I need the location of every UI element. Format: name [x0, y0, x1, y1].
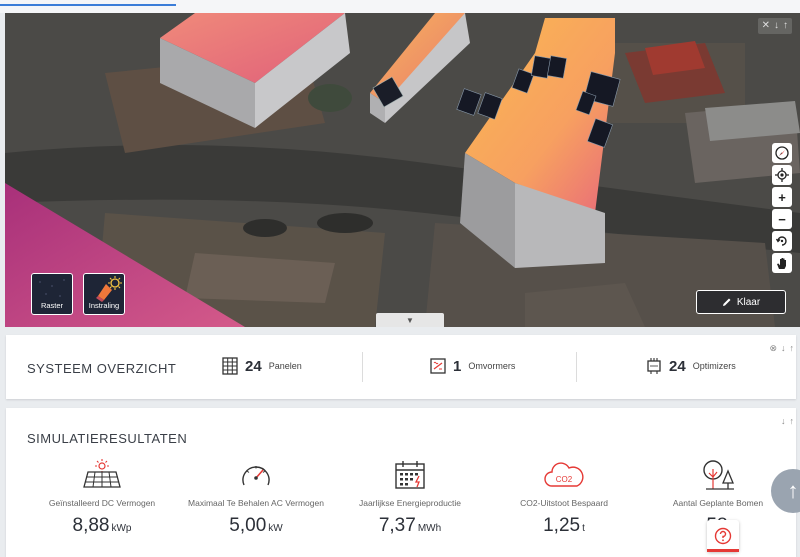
card-controls: ↓ ↑ — [781, 416, 794, 426]
layer-instraling-label: Instraling — [88, 301, 120, 310]
sim-value-unit: t — [582, 523, 585, 534]
inverters-count: 1 — [453, 357, 462, 375]
done-button[interactable]: Klaar — [696, 290, 786, 314]
irradiance-icon — [96, 276, 122, 302]
sim-value-number: 5,00 — [229, 515, 267, 536]
inverter-icon — [430, 358, 446, 374]
divider — [362, 352, 363, 382]
zoom-in-icon[interactable]: + — [772, 187, 792, 207]
sim-label: Geïnstalleerd DC Vermogen — [48, 498, 156, 508]
panel-grid-icon — [222, 357, 238, 375]
sim-label: Jaarlijkse Energieproductie — [358, 498, 462, 508]
close-icon[interactable]: ⊗ — [769, 343, 777, 354]
arrow-down-icon[interactable]: ↓ — [781, 416, 786, 426]
panels-summary: 24 Panelen — [222, 357, 302, 375]
arrow-down-icon[interactable]: ↓ — [781, 343, 786, 354]
arrow-up-icon[interactable]: ↑ — [783, 21, 788, 31]
card-controls: ⊗ ↓ ↑ — [769, 343, 794, 354]
active-tab-indicator — [0, 4, 176, 6]
system-overview-title: SYSTEEM OVERZICHT — [27, 361, 177, 376]
sim-value-number: 7,37 — [378, 515, 416, 536]
co2-cloud-icon: CO2 — [544, 462, 584, 487]
sim-label: Maximaal Te Behalen AC Vermogen — [188, 498, 324, 508]
trees-icon — [703, 460, 734, 490]
app-root: ✕ ↓ ↑ + − Raster Instraling Klaar ▼ SYST… — [0, 0, 800, 557]
solar-panel-icon — [83, 459, 121, 488]
sim-value: 1,25 t — [484, 515, 644, 537]
help-indicator-bar — [707, 549, 739, 552]
sim-result-dc-power: Geïnstalleerd DC Vermogen 8,88 kWp — [22, 458, 182, 537]
divider — [576, 352, 577, 382]
pan-hand-icon[interactable] — [772, 253, 792, 273]
close-icon[interactable]: ✕ — [762, 21, 770, 31]
arrow-up-icon: ↑ — [787, 478, 799, 503]
optimizer-icon — [647, 358, 661, 374]
sim-value: 8,88 kWp — [22, 515, 182, 537]
layer-instraling-button[interactable]: Instraling — [83, 273, 125, 315]
sim-value: 7,37 MWh — [330, 515, 490, 537]
sim-value-unit: MWh — [417, 523, 442, 534]
calendar-icon — [395, 461, 425, 489]
svg-text:CO2: CO2 — [556, 475, 573, 484]
help-button[interactable] — [707, 520, 739, 552]
simulation-results-title: SIMULATIERESULTATEN — [27, 431, 188, 446]
sim-value-number: 1,25 — [543, 515, 581, 536]
sim-result-annual-production: Jaarlijkse Energieproductie 7,37 MWh — [330, 458, 490, 537]
collapse-map-tab[interactable]: ▼ — [376, 313, 444, 327]
inverters-label: Omvormers — [468, 361, 516, 371]
layer-raster-button[interactable]: Raster — [31, 273, 73, 315]
optimizers-summary: 24 Optimizers — [646, 357, 736, 375]
optimizers-count: 24 — [669, 357, 686, 375]
done-button-label: Klaar — [736, 296, 761, 308]
question-icon — [714, 527, 732, 545]
panels-count: 24 — [245, 357, 262, 375]
layer-raster-label: Raster — [40, 301, 64, 310]
map-window-controls: ✕ ↓ ↑ — [757, 18, 792, 34]
map-view[interactable]: ✕ ↓ ↑ + − Raster Instraling Klaar ▼ — [5, 13, 800, 327]
caret-down-icon: ▼ — [406, 315, 414, 325]
top-strip — [0, 0, 800, 13]
pencil-icon — [722, 298, 731, 306]
gauge-icon — [242, 466, 270, 486]
sim-value-unit: kW — [268, 523, 283, 534]
rotate-icon[interactable] — [772, 231, 792, 251]
inverters-summary: 1 Omvormers — [430, 357, 515, 375]
sim-value: 5,00 kW — [176, 515, 336, 537]
compass-icon[interactable] — [772, 143, 792, 163]
panels-label: Panelen — [268, 361, 302, 371]
locate-icon[interactable] — [772, 165, 792, 185]
arrow-up-icon[interactable]: ↑ — [790, 343, 795, 354]
sim-value-unit: kWp — [111, 523, 132, 534]
sim-result-co2-saved: CO2 CO2-Uitstoot Bespaard 1,25 t — [484, 458, 644, 537]
map-tools: + − — [772, 143, 792, 275]
system-overview-card: SYSTEEM OVERZICHT 24 Panelen 1 Omvormers — [6, 335, 796, 399]
simulation-results-card: SIMULATIERESULTATEN ↓ ↑ Geïnstalleerd DC… — [6, 408, 796, 557]
zoom-out-icon[interactable]: − — [772, 209, 792, 229]
arrow-down-icon[interactable]: ↓ — [774, 21, 779, 31]
arrow-up-icon[interactable]: ↑ — [790, 416, 795, 426]
sim-result-ac-power: Maximaal Te Behalen AC Vermogen 5,00 kW — [176, 458, 336, 537]
sim-value-number: 8,88 — [72, 515, 110, 536]
sim-label: CO2-Uitstoot Bespaard — [520, 498, 608, 508]
optimizers-label: Optimizers — [692, 361, 736, 371]
raster-icon — [39, 279, 65, 297]
